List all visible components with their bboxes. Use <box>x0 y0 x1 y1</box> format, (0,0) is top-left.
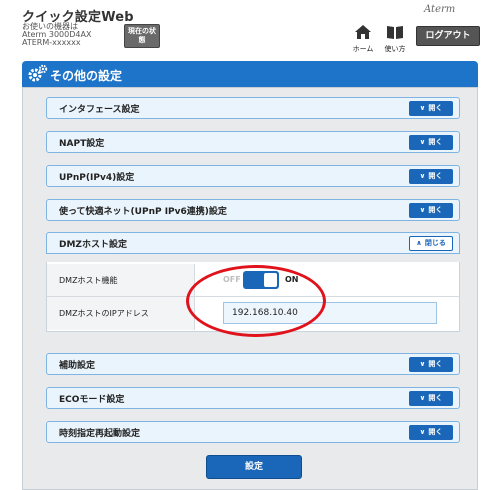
accordion-label: UPnP(IPv4)設定 <box>59 173 135 183</box>
expand-label: 開く <box>428 394 443 402</box>
accordion-scheduled-reboot[interactable]: 時刻指定再起動設定 ∨ 開く <box>46 421 460 443</box>
chevron-down-icon: ∨ <box>419 104 426 112</box>
gear-icon <box>28 64 48 82</box>
chevron-down-icon: ∨ <box>419 172 426 180</box>
home-icon <box>355 25 371 39</box>
expand-button[interactable]: ∨ 開く <box>409 357 453 372</box>
expand-button[interactable]: ∨ 開く <box>409 203 453 218</box>
accordion-auxiliary[interactable]: 補助設定 ∨ 開く <box>46 353 460 375</box>
chevron-down-icon: ∨ <box>419 138 426 146</box>
logout-button[interactable]: ログアウト <box>416 26 480 46</box>
accordion-label: NAPT設定 <box>59 139 105 149</box>
accordion-upnp-ipv4[interactable]: UPnP(IPv4)設定 ∨ 開く <box>46 165 460 187</box>
home-label: ホーム <box>352 45 374 53</box>
collapse-button[interactable]: ∧ 閉じる <box>409 236 453 251</box>
device-id: ATERM-xxxxxx <box>22 38 81 47</box>
accordion-label: 補助設定 <box>59 361 96 371</box>
brand-logo: Aterm <box>424 4 456 15</box>
accordion-eco-mode[interactable]: ECOモード設定 ∨ 開く <box>46 387 460 409</box>
expand-button[interactable]: ∨ 開く <box>409 101 453 116</box>
manual-button[interactable]: 使い方 <box>380 24 410 54</box>
chevron-down-icon: ∨ <box>419 428 426 436</box>
accordion-label: ECOモード設定 <box>59 395 125 405</box>
expand-button[interactable]: ∨ 開く <box>409 169 453 184</box>
accordion-label: 時刻指定再起動設定 <box>59 429 141 439</box>
expand-label: 開く <box>428 104 443 112</box>
chevron-down-icon: ∨ <box>419 360 426 368</box>
header: クイック設定Web お使いの機器は Aterm 3000D4AX ATERM-x… <box>0 0 500 56</box>
home-button[interactable]: ホーム <box>348 24 378 54</box>
section-banner: その他の設定 <box>22 61 478 87</box>
accordion-interface[interactable]: インタフェース設定 ∨ 開く <box>46 97 460 119</box>
accordion-upnp-ipv6[interactable]: 使って快適ネット(UPnP IPv6連携)設定 ∨ 開く <box>46 199 460 221</box>
expand-button[interactable]: ∨ 開く <box>409 425 453 440</box>
status-button[interactable]: 現在の状態 <box>124 24 160 48</box>
section-title: その他の設定 <box>50 69 123 83</box>
expand-label: 開く <box>428 172 443 180</box>
accordion-napt[interactable]: NAPT設定 ∨ 開く <box>46 131 460 153</box>
expand-label: 開く <box>428 428 443 436</box>
expand-button[interactable]: ∨ 開く <box>409 135 453 150</box>
accordion-dmz[interactable]: DMZホスト設定 ∧ 閉じる <box>46 232 460 254</box>
annotation-circle <box>186 265 326 337</box>
expand-label: 開く <box>428 206 443 214</box>
manual-label: 使い方 <box>384 45 406 53</box>
chevron-up-icon: ∧ <box>416 239 422 247</box>
dmz-function-label: DMZホスト機能 <box>47 264 195 296</box>
accordion-label: インタフェース設定 <box>59 105 140 115</box>
dmz-ip-label: DMZホストのIPアドレス <box>47 297 195 330</box>
submit-button[interactable]: 設定 <box>206 455 302 479</box>
expand-button[interactable]: ∨ 開く <box>409 391 453 406</box>
expand-label: 開く <box>428 138 443 146</box>
book-icon <box>387 26 403 39</box>
chevron-down-icon: ∨ <box>419 206 426 214</box>
collapse-label: 閉じる <box>424 239 446 247</box>
accordion-label: DMZホスト設定 <box>59 240 127 250</box>
accordion-label: 使って快適ネット(UPnP IPv6連携)設定 <box>59 207 227 217</box>
expand-label: 開く <box>428 360 443 368</box>
chevron-down-icon: ∨ <box>419 394 426 402</box>
